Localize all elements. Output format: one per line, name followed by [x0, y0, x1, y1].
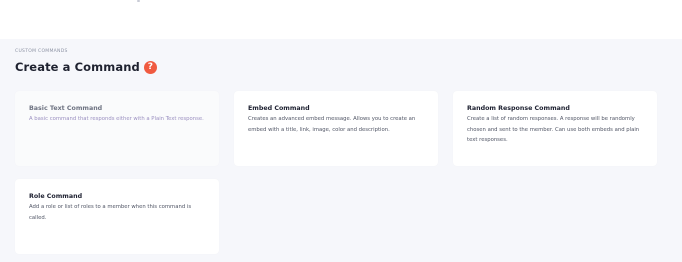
command-card-embed[interactable]: Embed Command Creates an advanced embed … — [234, 91, 438, 166]
question-circle-icon[interactable]: ? — [143, 60, 157, 74]
command-card-role[interactable]: Role Command Add a role or list of roles… — [15, 179, 219, 254]
section-label: CUSTOM COMMANDS — [15, 49, 68, 54]
card-description: Creates an advanced embed message. Allow… — [248, 116, 416, 133]
command-card-basic-text[interactable]: Basic Text Command A basic command that … — [15, 91, 219, 166]
top-bar — [0, 0, 682, 39]
page-title: Create a Command — [15, 60, 140, 74]
command-card-random-response[interactable]: Random Response Command Create a list of… — [453, 91, 657, 166]
top-bar-marker — [137, 0, 140, 2]
card-description: Create a list of random responses. A res… — [467, 116, 640, 143]
card-description: A basic command that responds either wit… — [29, 116, 204, 122]
card-description: Add a role or list of roles to a member … — [29, 204, 192, 221]
title-row: Create a Command ? — [15, 58, 157, 76]
card-title: Embed Command — [248, 105, 310, 112]
card-title: Random Response Command — [467, 105, 570, 112]
card-title: Role Command — [29, 193, 83, 200]
card-title: Basic Text Command — [29, 105, 103, 112]
